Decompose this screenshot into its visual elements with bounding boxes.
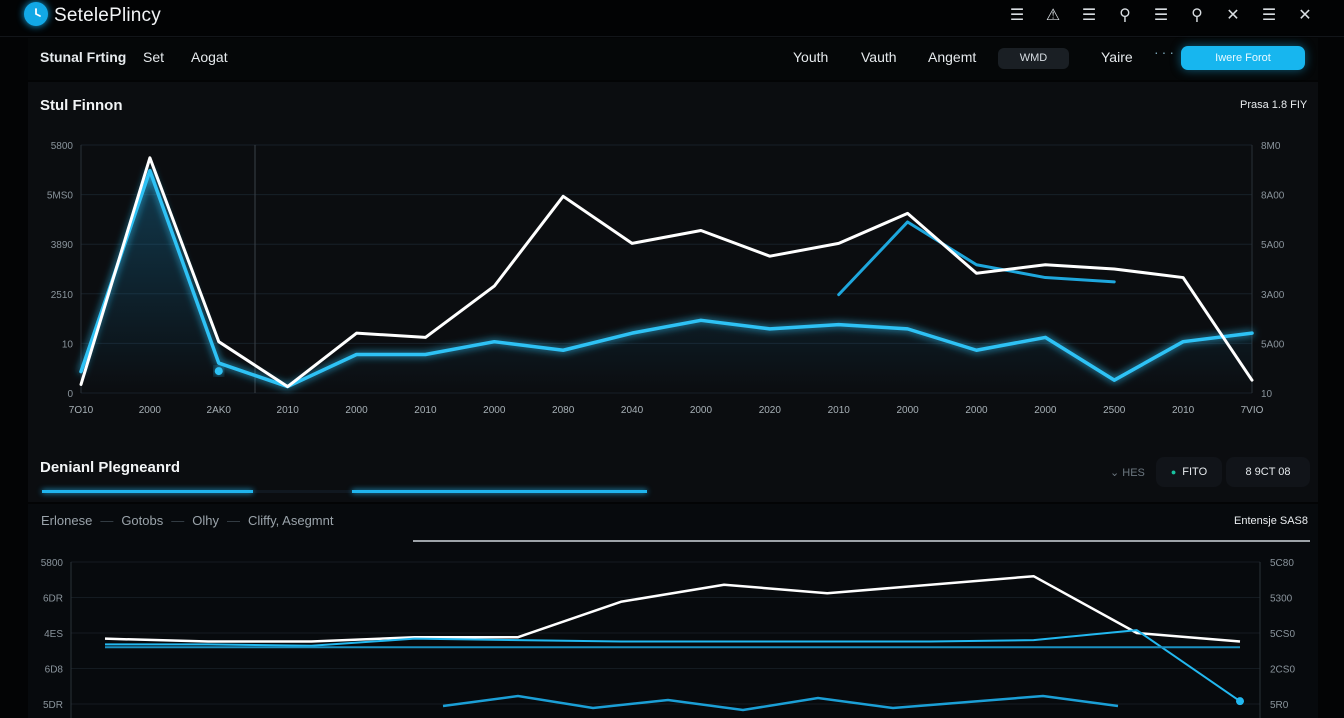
secondary-line-chart[interactable]: 5800 6DR 4ES 6D8 5DR 5C80 5300 5CS0 2CS0 5R0 xyxy=(28,504,1318,718)
date-pill[interactable]: 8 9CT 08 xyxy=(1226,457,1310,487)
menu-icon[interactable]: ☰ xyxy=(1006,4,1028,26)
y-tick-label-right: 8A00 xyxy=(1261,191,1285,202)
progress-bar-2 xyxy=(352,490,647,493)
y-tick-label-right: 2CS0 xyxy=(1270,665,1295,676)
main-nav: Stunal Frting Set Aogat Youth Vauth Ange… xyxy=(28,38,1318,80)
more-options-icon[interactable]: ··· xyxy=(1154,44,1177,60)
menu-icon[interactable]: ☰ xyxy=(1258,4,1280,26)
chart-panel-secondary: 5800 6DR 4ES 6D8 5DR 5C80 5300 5CS0 2CS0 5R0 xyxy=(28,504,1318,718)
filter-pill-label: FITO xyxy=(1182,466,1208,478)
x-tick-label: 2040 xyxy=(621,405,644,416)
hover-point xyxy=(214,367,223,376)
x-tick-label: 2010 xyxy=(277,405,300,416)
end-point xyxy=(1236,697,1244,706)
tab-erlonese[interactable]: Erlonese xyxy=(41,513,92,528)
y-tick-label-right: 10 xyxy=(1261,389,1273,400)
y-tick-label-left: 5800 xyxy=(51,141,74,152)
nav-item-stunal-frting[interactable]: Stunal Frting xyxy=(40,49,126,65)
status-dot-icon: ● xyxy=(1170,467,1177,477)
panel-tag-secondary: Entensje SAS8 xyxy=(1234,515,1308,527)
y-tick-label-left: 4ES xyxy=(44,629,63,640)
y-tick-label-left: 10 xyxy=(62,339,74,350)
series-line-3 xyxy=(837,220,1116,297)
y-tick-label-right: 5300 xyxy=(1270,594,1293,605)
area-fill xyxy=(81,170,1252,393)
y-tick-label-left: 6DR xyxy=(43,594,63,605)
chart-panel-main: Stul Finnon Prasa 1.8 FIY 5800 5MS0 3890 25… xyxy=(28,82,1318,502)
tab-bar: Erlonese — Gotobs — Olhy — Cliffy, Asegmnt xyxy=(41,513,333,528)
x-tick-label: 2AK0 xyxy=(207,405,232,416)
x-tick-label: 2010 xyxy=(414,405,437,416)
y-tick-label-left: 5DR xyxy=(43,700,63,711)
nav-pill-wmd[interactable]: WMD xyxy=(998,48,1069,69)
primary-action-button[interactable]: Iwere Forot xyxy=(1181,46,1305,70)
window-controls: ☰ ⚠ ☰ ⚲ ☰ ⚲ ✕ ☰ ✕ xyxy=(1006,4,1316,26)
x-tick-label: 2010 xyxy=(1172,405,1195,416)
y-tick-label-left: 0 xyxy=(67,389,73,400)
tab-separator: — xyxy=(226,513,240,528)
tab-olhy[interactable]: Olhy xyxy=(192,513,219,528)
main-line-chart[interactable]: 5800 5MS0 3890 2510 10 0 8M0 8A00 5A00 3A00 5A00 10… xyxy=(28,82,1318,502)
app-logo-icon xyxy=(24,2,48,26)
x-tick-label: 2000 xyxy=(139,405,162,416)
tab-gotobs[interactable]: Gotobs xyxy=(121,513,163,528)
x-tick-label: 2020 xyxy=(759,405,782,416)
tab-separator: — xyxy=(100,513,114,528)
progress-bar-1 xyxy=(42,490,253,493)
x-tick-label: 2000 xyxy=(1034,405,1057,416)
x-tick-label: 2010 xyxy=(828,405,851,416)
x-tick-label: 2080 xyxy=(552,405,575,416)
x-tick-label: 2000 xyxy=(483,405,506,416)
nav-item-youth[interactable]: Youth xyxy=(793,49,828,65)
accent-wave xyxy=(442,694,1119,712)
section-title: Denianl Plegneanrd xyxy=(40,459,181,476)
close-icon[interactable]: ✕ xyxy=(1294,4,1316,26)
y-tick-label-right: 3A00 xyxy=(1261,290,1285,301)
app-title: SetelePlincy xyxy=(54,5,161,26)
progress-track xyxy=(42,490,647,493)
location-pin-icon[interactable]: ⚲ xyxy=(1186,4,1208,26)
y-tick-label-right: 8M0 xyxy=(1261,141,1281,152)
y-tick-label-right: 5C80 xyxy=(1270,558,1294,569)
warning-icon[interactable]: ⚠ xyxy=(1042,4,1064,26)
section-tag: ⌄ HES xyxy=(1110,467,1145,479)
x-tick-label: 7O10 xyxy=(69,405,94,416)
tab-separator: — xyxy=(171,513,185,528)
y-tick-label-right: 5R0 xyxy=(1270,700,1289,711)
y-tick-label-left: 5MS0 xyxy=(47,191,74,202)
close-icon[interactable]: ✕ xyxy=(1222,4,1244,26)
tab-cliffy[interactable]: Cliffy, Asegmnt xyxy=(248,513,334,528)
y-tick-label-left: 2510 xyxy=(51,290,74,301)
x-tick-label: 2000 xyxy=(690,405,713,416)
x-tick-label: 2000 xyxy=(345,405,368,416)
y-tick-label-left: 5800 xyxy=(41,558,64,569)
menu-icon[interactable]: ☰ xyxy=(1078,4,1100,26)
y-tick-label-left: 6D8 xyxy=(45,665,64,676)
x-tick-label: 2000 xyxy=(965,405,988,416)
nav-item-aogat[interactable]: Aogat xyxy=(191,49,228,65)
x-tick-label: 2000 xyxy=(896,405,919,416)
y-tick-label-right: 5A00 xyxy=(1261,339,1285,350)
nav-item-angemt[interactable]: Angemt xyxy=(928,49,976,65)
nav-item-yaire[interactable]: Yaire xyxy=(1101,49,1133,65)
nav-item-vauth[interactable]: Vauth xyxy=(861,49,897,65)
menu-icon[interactable]: ☰ xyxy=(1150,4,1172,26)
x-tick-label: 7VIO xyxy=(1241,405,1264,416)
y-tick-label-left: 3890 xyxy=(51,240,74,251)
x-tick-label: 2500 xyxy=(1103,405,1126,416)
section-tag-label: HES xyxy=(1122,467,1145,479)
title-bar: SetelePlincy ☰ ⚠ ☰ ⚲ ☰ ⚲ ✕ ☰ ✕ xyxy=(0,0,1344,37)
nav-item-set[interactable]: Set xyxy=(143,49,164,65)
location-pin-icon[interactable]: ⚲ xyxy=(1114,4,1136,26)
y-tick-label-right: 5A00 xyxy=(1261,240,1285,251)
series-line-1 xyxy=(104,574,1241,643)
filter-pill-fito[interactable]: ● FITO xyxy=(1156,457,1222,487)
y-tick-label-right: 5CS0 xyxy=(1270,629,1295,640)
